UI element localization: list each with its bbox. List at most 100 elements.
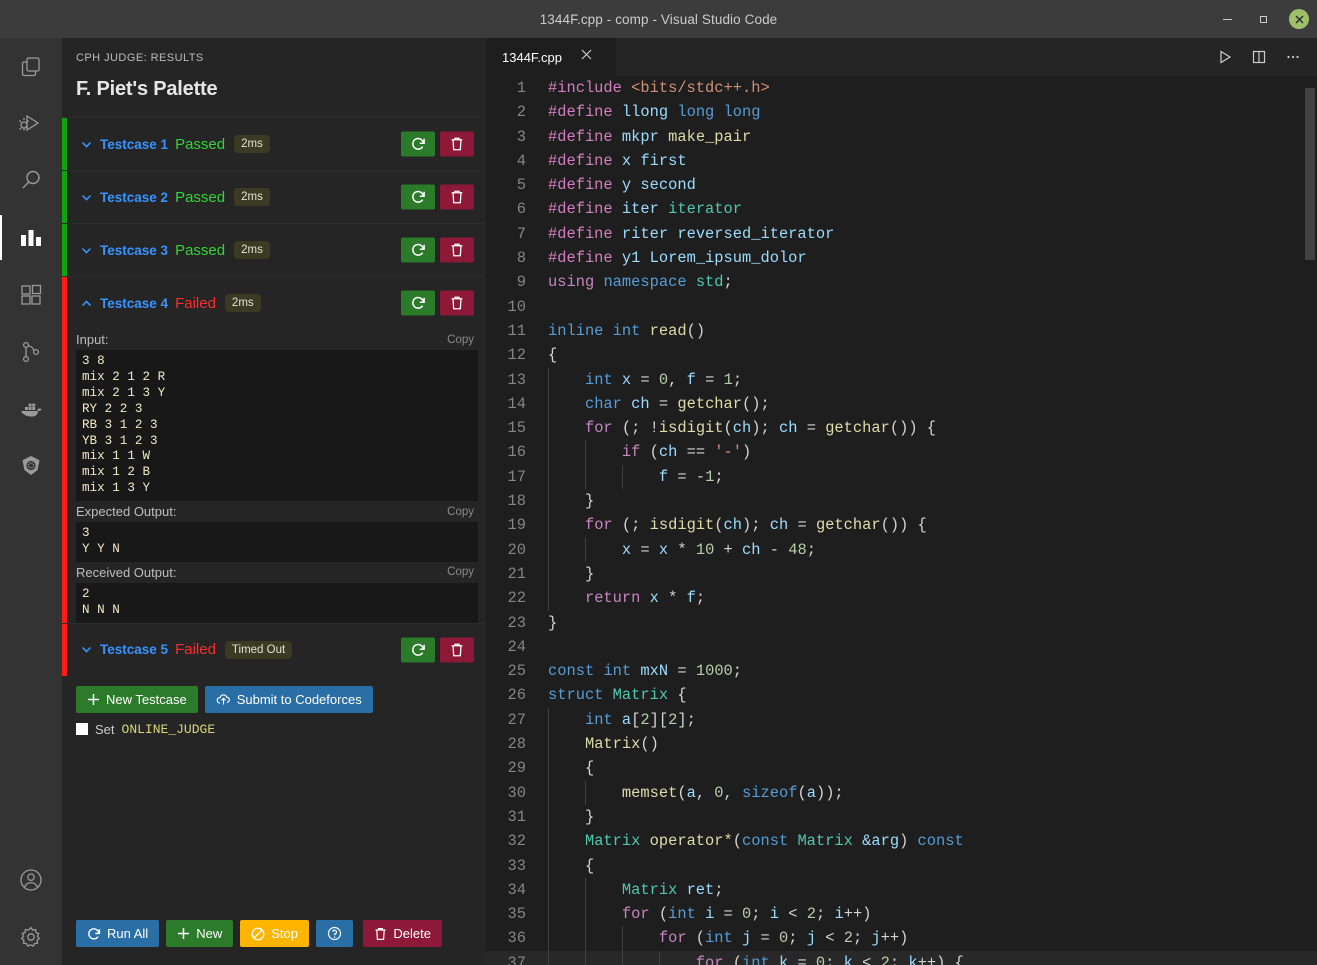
- line-number: 29: [486, 756, 548, 780]
- indent-guide: [548, 854, 549, 878]
- chevron-up-icon[interactable]: [78, 295, 94, 311]
- code-token: a: [687, 784, 696, 802]
- code-token: int: [705, 929, 733, 947]
- code-text: int a[2][2];: [548, 708, 696, 732]
- new-testcase-button[interactable]: New Testcase: [76, 686, 198, 713]
- code-token: ==: [677, 443, 714, 461]
- tab-1344F-cpp[interactable]: 1344F.cpp: [486, 38, 616, 76]
- code-token: (;: [613, 419, 650, 437]
- run-icon[interactable]: [1211, 43, 1239, 71]
- copy-received-button[interactable]: Copy: [447, 566, 474, 578]
- docker-whale-icon: [18, 396, 44, 422]
- minimize-button[interactable]: [1209, 0, 1245, 38]
- code-token: ): [742, 443, 751, 461]
- online-judge-set-label: Set: [95, 722, 115, 737]
- delete-testcase-button[interactable]: [440, 185, 474, 210]
- editor-tab-actions: [1211, 38, 1307, 76]
- rerun-testcase-button[interactable]: [401, 637, 435, 662]
- online-judge-checkbox[interactable]: [76, 723, 88, 735]
- scrollbar-thumb[interactable]: [1305, 88, 1315, 260]
- delete-testcase-button[interactable]: [440, 132, 474, 157]
- input-box[interactable]: 3 8 mix 2 1 2 R mix 2 1 3 Y RY 2 2 3 RB …: [76, 350, 478, 501]
- code-token: [853, 832, 862, 850]
- sidebar-item-cph-judge[interactable]: [0, 209, 62, 266]
- delete-button[interactable]: Delete: [363, 920, 442, 947]
- code-editor[interactable]: 1#include <bits/stdc++.h>2#define llong …: [486, 76, 1317, 965]
- code-token: [659, 200, 668, 218]
- sidebar-item-settings[interactable]: [0, 908, 62, 965]
- help-button[interactable]: [316, 920, 353, 947]
- code-token: [548, 735, 585, 753]
- editor-vertical-scrollbar[interactable]: [1303, 76, 1317, 965]
- extensions-icon: [19, 283, 43, 307]
- indent-guide: [548, 392, 549, 416]
- stop-button[interactable]: Stop: [240, 920, 309, 947]
- new-testcase-label: New Testcase: [106, 692, 187, 707]
- delete-testcase-button[interactable]: [440, 637, 474, 662]
- copy-input-button[interactable]: Copy: [447, 334, 474, 346]
- split-editor-icon[interactable]: [1245, 43, 1273, 71]
- rerun-testcase-button[interactable]: [401, 238, 435, 263]
- rerun-testcase-button[interactable]: [401, 132, 435, 157]
- code-token: {: [585, 759, 594, 777]
- code-token: int: [742, 954, 770, 965]
- code-text: for (int j = 0; j < 2; j++): [548, 926, 908, 950]
- delete-testcase-button[interactable]: [440, 291, 474, 316]
- code-line: 13 int x = 0, f = 1;: [486, 368, 1317, 392]
- rerun-testcase-button[interactable]: [401, 185, 435, 210]
- testcase-header[interactable]: Testcase 1Passed2ms: [62, 118, 486, 170]
- code-token: =: [788, 516, 816, 534]
- run-all-button[interactable]: Run All: [76, 920, 159, 947]
- code-token: second: [640, 176, 695, 194]
- code-token: (): [640, 735, 658, 753]
- code-token: x: [659, 541, 668, 559]
- sidebar-item-run-and-debug[interactable]: [0, 95, 62, 152]
- line-number: 23: [486, 611, 548, 635]
- close-icon[interactable]: [580, 48, 593, 66]
- indent-guide: [548, 368, 549, 392]
- delete-testcase-button[interactable]: [440, 238, 474, 263]
- received-box[interactable]: 2 N N N: [76, 583, 478, 623]
- stop-circle-icon: [251, 927, 265, 941]
- testcase-time-badge: 2ms: [234, 188, 270, 206]
- testcase-header[interactable]: Testcase 3Passed2ms: [62, 224, 486, 276]
- close-button[interactable]: [1281, 0, 1317, 38]
- testcase-header[interactable]: Testcase 2Passed2ms: [62, 171, 486, 223]
- code-token: =: [631, 541, 659, 559]
- code-token: *: [659, 589, 687, 607]
- submit-to-codeforces-button[interactable]: Submit to Codeforces: [205, 686, 373, 713]
- chevron-down-icon[interactable]: [78, 242, 94, 258]
- testcase-header[interactable]: Testcase 4Failed2ms: [62, 277, 486, 329]
- code-token: ()) {: [890, 419, 936, 437]
- sidebar-item-extensions[interactable]: [0, 266, 62, 323]
- copy-expected-button[interactable]: Copy: [447, 506, 474, 518]
- sidebar-item-search[interactable]: [0, 152, 62, 209]
- line-number: 17: [486, 465, 548, 489]
- sidebar-item-source-control[interactable]: [0, 323, 62, 380]
- sidebar-item-explorer[interactable]: [0, 38, 62, 95]
- code-token: isdigit: [650, 516, 715, 534]
- chevron-down-icon[interactable]: [78, 189, 94, 205]
- testcase-status: Passed: [175, 189, 225, 206]
- online-judge-row[interactable]: Set ONLINE_JUDGE: [62, 713, 486, 737]
- code-text: #define riter reversed_iterator: [548, 222, 834, 246]
- sidebar-item-docker[interactable]: [0, 380, 62, 437]
- code-line: 12{: [486, 343, 1317, 367]
- code-line: 34 Matrix ret;: [486, 878, 1317, 902]
- footer-new-button[interactable]: New: [166, 920, 233, 947]
- maximize-button[interactable]: [1245, 0, 1281, 38]
- rerun-testcase-button[interactable]: [401, 291, 435, 316]
- sidebar-item-accounts[interactable]: [0, 851, 62, 908]
- sidebar-item-kubernetes[interactable]: [0, 437, 62, 494]
- code-line: 26struct Matrix {: [486, 683, 1317, 707]
- code-token: [603, 686, 612, 704]
- code-token: [696, 905, 705, 923]
- chevron-down-icon[interactable]: [78, 136, 94, 152]
- expected-box[interactable]: 3 Y Y N: [76, 522, 478, 562]
- chevron-down-icon[interactable]: [78, 642, 94, 658]
- line-number: 25: [486, 659, 548, 683]
- more-actions-icon[interactable]: [1279, 43, 1307, 71]
- code-token: int: [613, 322, 641, 340]
- testcase-header[interactable]: Testcase 5FailedTimed Out: [62, 624, 486, 676]
- code-token: const: [548, 662, 594, 680]
